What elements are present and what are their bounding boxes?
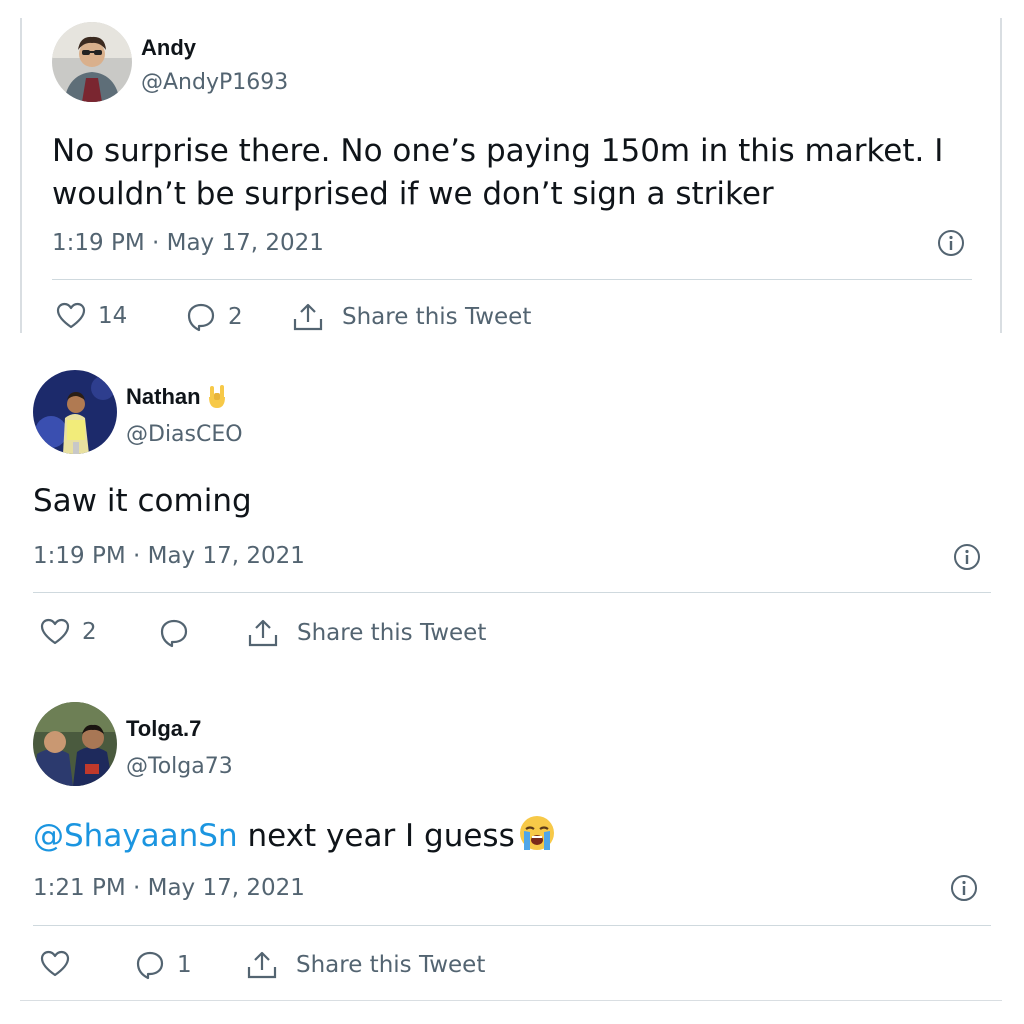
author-handle[interactable]: @DiasCEO bbox=[126, 422, 243, 447]
info-icon[interactable] bbox=[953, 543, 981, 571]
share-button[interactable]: Share this Tweet bbox=[247, 618, 486, 648]
timestamp[interactable]: 1:21 PM · May 17, 2021 bbox=[33, 875, 305, 901]
share-icon bbox=[247, 618, 279, 648]
divider bbox=[52, 279, 972, 280]
heart-icon bbox=[56, 302, 86, 330]
tweet-text: No surprise there. No one’s paying 150m … bbox=[52, 130, 943, 216]
author-name[interactable]: Tolga.7 bbox=[126, 716, 201, 742]
rock-on-hand-icon bbox=[207, 384, 227, 416]
avatar[interactable] bbox=[33, 702, 117, 786]
tweet-text-line: No surprise there. No one’s paying 150m … bbox=[52, 133, 944, 169]
like-count: 2 bbox=[82, 619, 97, 645]
author-name[interactable]: Andy bbox=[141, 35, 196, 61]
like-count: 14 bbox=[98, 303, 128, 329]
reply-button[interactable]: 1 bbox=[135, 950, 192, 980]
share-button[interactable]: Share this Tweet bbox=[246, 950, 485, 980]
author-name-text: Nathan bbox=[126, 384, 201, 409]
share-icon bbox=[292, 302, 324, 332]
heart-icon bbox=[40, 618, 70, 646]
tweet-andy: Andy @AndyP1693 No surprise there. No on… bbox=[0, 0, 1024, 333]
heart-icon bbox=[40, 950, 70, 978]
info-icon[interactable] bbox=[937, 229, 965, 257]
tweet-text-body: next year I guess bbox=[237, 818, 515, 854]
like-button[interactable]: 2 bbox=[40, 618, 97, 646]
share-label: Share this Tweet bbox=[342, 304, 532, 330]
timestamp[interactable]: 1:19 PM · May 17, 2021 bbox=[52, 230, 324, 256]
tweet-tolga: Tolga.7 @Tolga73 @ShayaanSn next year I … bbox=[0, 680, 1024, 1024]
reply-icon bbox=[186, 302, 216, 332]
author-name[interactable]: Nathan bbox=[126, 384, 227, 416]
card-border-right bbox=[1000, 18, 1002, 333]
timestamp[interactable]: 1:19 PM · May 17, 2021 bbox=[33, 543, 305, 569]
tweet-nathan: Nathan @DiasCEO Saw it coming 1:19 PM · … bbox=[0, 340, 1024, 670]
reply-count: 1 bbox=[177, 952, 192, 978]
divider bbox=[33, 925, 991, 926]
author-handle[interactable]: @AndyP1693 bbox=[141, 70, 288, 95]
divider bbox=[33, 592, 991, 593]
info-icon[interactable] bbox=[950, 874, 978, 902]
reply-button[interactable]: 2 bbox=[186, 302, 243, 332]
reply-count: 2 bbox=[228, 304, 243, 330]
like-button[interactable]: 14 bbox=[56, 302, 127, 330]
share-icon bbox=[246, 950, 278, 980]
like-button[interactable] bbox=[40, 950, 82, 978]
reply-icon bbox=[135, 950, 165, 980]
reply-button[interactable] bbox=[159, 618, 201, 648]
share-button[interactable]: Share this Tweet bbox=[292, 302, 531, 332]
tweet-text: @ShayaanSn next year I guess bbox=[33, 814, 559, 864]
tweet-text: Saw it coming bbox=[33, 483, 252, 519]
loudly-crying-face-icon bbox=[515, 814, 559, 864]
bottom-border bbox=[20, 1000, 1002, 1001]
tweet-text-line: wouldn’t be surprised if we don’t sign a… bbox=[52, 176, 774, 212]
mention-link[interactable]: @ShayaanSn bbox=[33, 818, 238, 854]
share-label: Share this Tweet bbox=[296, 952, 486, 978]
share-label: Share this Tweet bbox=[297, 620, 487, 646]
avatar[interactable] bbox=[33, 370, 117, 454]
reply-icon bbox=[159, 618, 189, 648]
card-border-left bbox=[20, 18, 22, 333]
author-handle[interactable]: @Tolga73 bbox=[126, 754, 233, 779]
avatar[interactable] bbox=[52, 22, 132, 102]
